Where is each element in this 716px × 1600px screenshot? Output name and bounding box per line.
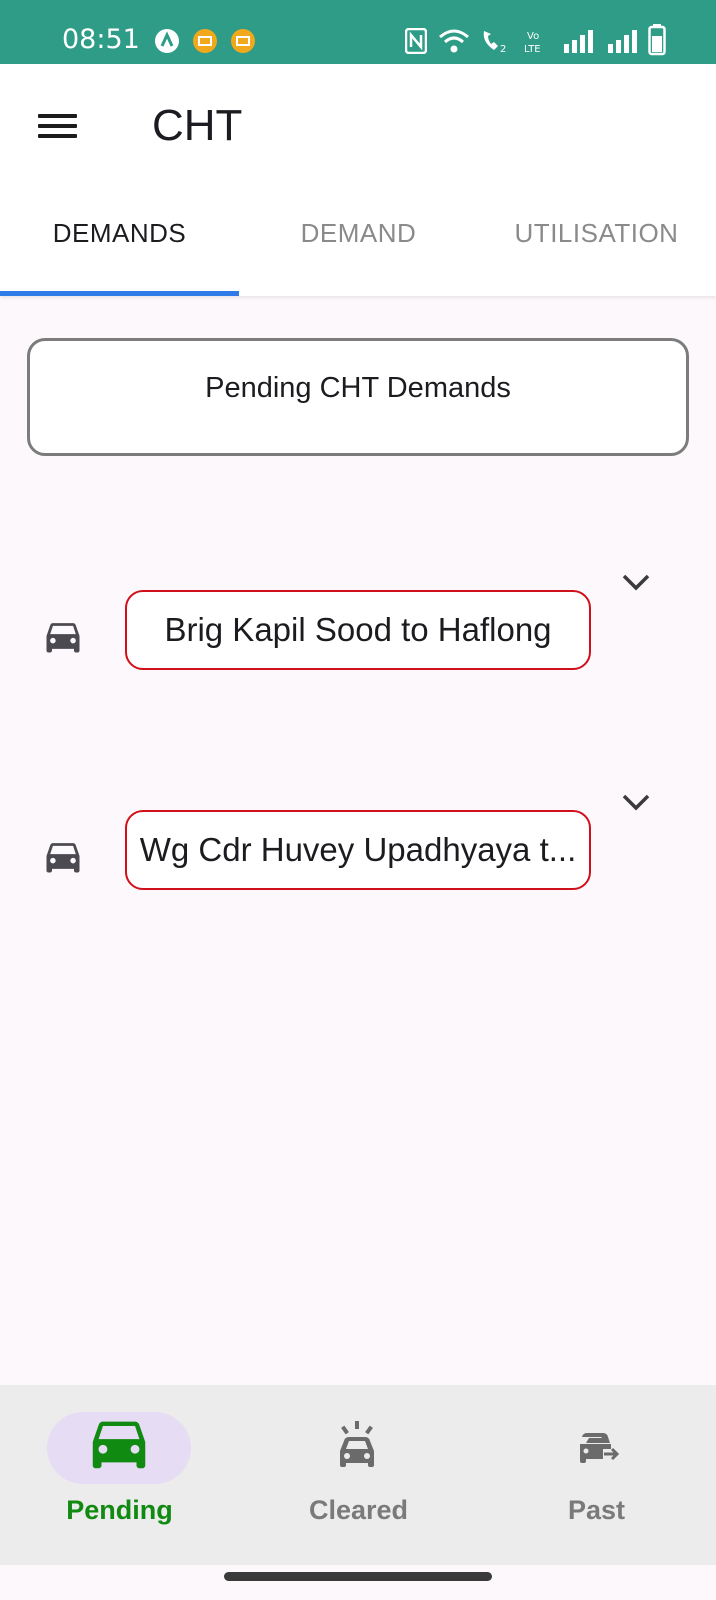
nav-pending[interactable]: Pending bbox=[0, 1385, 239, 1565]
nav-past[interactable]: Past bbox=[477, 1385, 716, 1565]
car-siren-icon bbox=[340, 1421, 374, 1467]
status-bar: 08:51 2 Vo LTE bbox=[0, 0, 716, 64]
nav-label: Cleared bbox=[308, 1495, 409, 1525]
nav-label: Past bbox=[567, 1495, 626, 1525]
home-indicator[interactable] bbox=[224, 1572, 492, 1581]
signal-icon bbox=[608, 30, 637, 53]
nav-cleared[interactable]: Cleared bbox=[239, 1385, 478, 1565]
nav-label: Pending bbox=[66, 1495, 173, 1525]
page-title: CHT bbox=[152, 101, 243, 150]
tab-utilisation[interactable]: UTILISATION bbox=[477, 188, 716, 296]
chevron-down-icon[interactable] bbox=[620, 570, 652, 594]
volte-icon: Vo LTE bbox=[524, 31, 541, 54]
chevron-down-icon[interactable] bbox=[620, 790, 652, 814]
nfc-icon bbox=[405, 28, 427, 54]
demand-list-item[interactable]: Wg Cdr Huvey Upadhyaya t... bbox=[0, 794, 716, 908]
menu-icon[interactable] bbox=[34, 106, 80, 146]
tab-bar: DEMANDS DEMAND UTILISATION bbox=[0, 188, 716, 296]
bottom-navigation: Pending Cleared Past bbox=[0, 1385, 716, 1565]
status-time: 08:51 bbox=[62, 24, 140, 55]
svg-text:2: 2 bbox=[500, 44, 506, 54]
demand-list-item[interactable]: Brig Kapil Sood to Haflong bbox=[0, 574, 716, 688]
car-icon bbox=[46, 623, 80, 653]
battery-icon bbox=[648, 24, 666, 56]
tab-demands[interactable]: DEMANDS bbox=[0, 188, 239, 296]
wifi-icon bbox=[439, 29, 469, 53]
tab-indicator bbox=[0, 291, 239, 296]
wifi-call-icon: 2 bbox=[483, 31, 506, 54]
demand-label: Brig Kapil Sood to Haflong bbox=[125, 590, 591, 670]
signal-icon bbox=[564, 30, 593, 53]
svg-text:Vo: Vo bbox=[527, 31, 539, 42]
demand-label: Wg Cdr Huvey Upadhyaya t... bbox=[125, 810, 591, 890]
app-notification-icon bbox=[231, 29, 255, 53]
svg-text:LTE: LTE bbox=[524, 44, 541, 54]
car-icon bbox=[46, 843, 80, 873]
app-bar: CHT bbox=[0, 64, 716, 188]
tab-demand[interactable]: DEMAND bbox=[239, 188, 478, 296]
car-icon bbox=[92, 1421, 146, 1469]
car-arrow-icon bbox=[580, 1433, 619, 1463]
app-notification-icon bbox=[193, 29, 217, 53]
app-notification-icon bbox=[155, 29, 179, 53]
section-title: Pending CHT Demands bbox=[27, 338, 689, 456]
